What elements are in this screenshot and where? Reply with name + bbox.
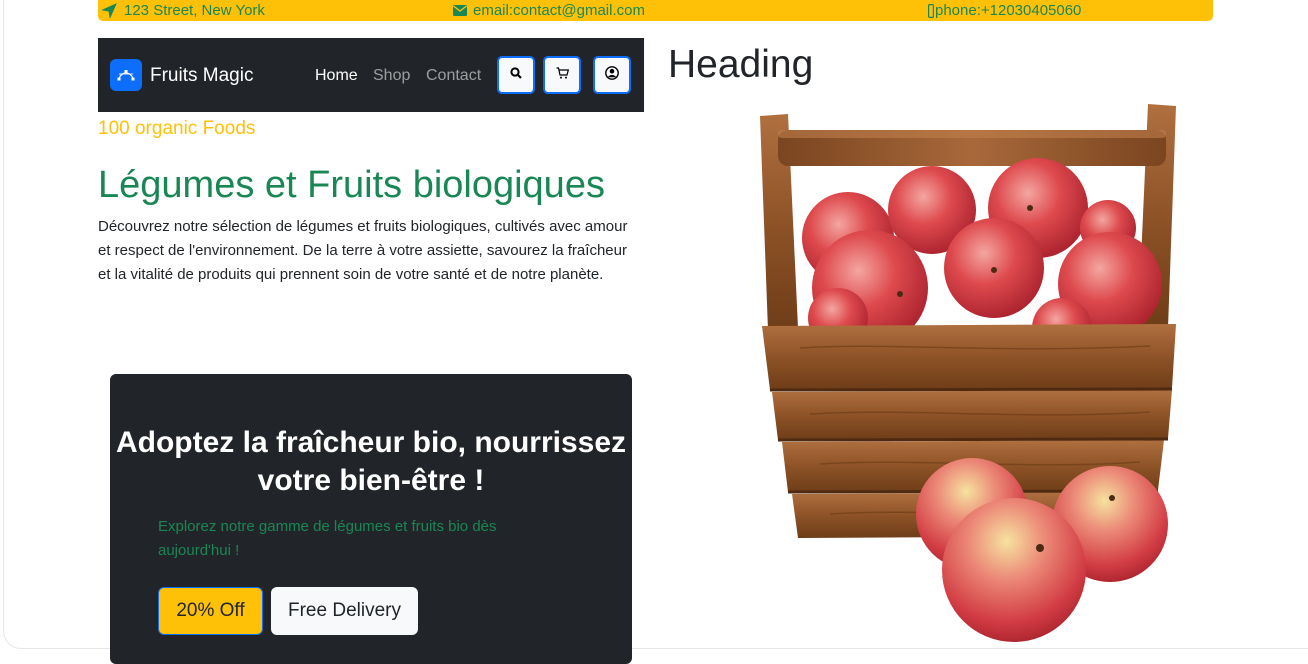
top-info-bar: 123 Street, New York email:contact@gmail…	[98, 0, 1213, 21]
promo-card: Adoptez la fraîcheur bio, nourrissez vot…	[110, 374, 632, 664]
address-text: 123 Street, New York	[124, 2, 265, 19]
nav-link-contact[interactable]: Contact	[426, 66, 481, 86]
phone-text: phone:+12030405060	[935, 2, 1082, 19]
hero-description: Découvrez notre sélection de légumes et …	[98, 218, 628, 283]
phone-icon	[928, 3, 934, 18]
user-button[interactable]	[593, 56, 631, 94]
address-item: 123 Street, New York	[100, 0, 265, 21]
discount-button[interactable]: 20% Off	[158, 587, 263, 635]
bezier-curve-icon[interactable]	[110, 59, 142, 91]
user-icon	[605, 65, 619, 85]
hero-title: Légumes et Fruits biologiques	[98, 164, 605, 206]
envelope-icon	[453, 5, 467, 16]
cart-icon	[556, 66, 569, 84]
free-delivery-button[interactable]: Free Delivery	[271, 587, 418, 635]
section-heading: Heading	[668, 43, 814, 86]
promo-title: Adoptez la fraîcheur bio, nourrissez vot…	[115, 426, 627, 497]
tagline: 100 organic Foods	[98, 118, 256, 139]
location-arrow-icon	[100, 2, 118, 20]
search-button[interactable]	[497, 56, 535, 94]
apple-basket-image	[740, 98, 1200, 646]
brand-name[interactable]: Fruits Magic	[150, 64, 253, 88]
promo-text: Explorez notre gamme de légumes et fruit…	[158, 518, 497, 559]
email-item: email:contact@gmail.com	[453, 0, 645, 21]
nav-link-home[interactable]: Home	[315, 66, 358, 86]
email-text: email:contact@gmail.com	[473, 2, 645, 19]
phone-item: phone:+12030405060	[928, 0, 1081, 21]
navbar: Fruits Magic Home Shop Contact	[98, 38, 644, 112]
nav-link-shop[interactable]: Shop	[373, 66, 410, 86]
cart-button[interactable]	[543, 56, 581, 94]
search-icon	[510, 66, 522, 84]
